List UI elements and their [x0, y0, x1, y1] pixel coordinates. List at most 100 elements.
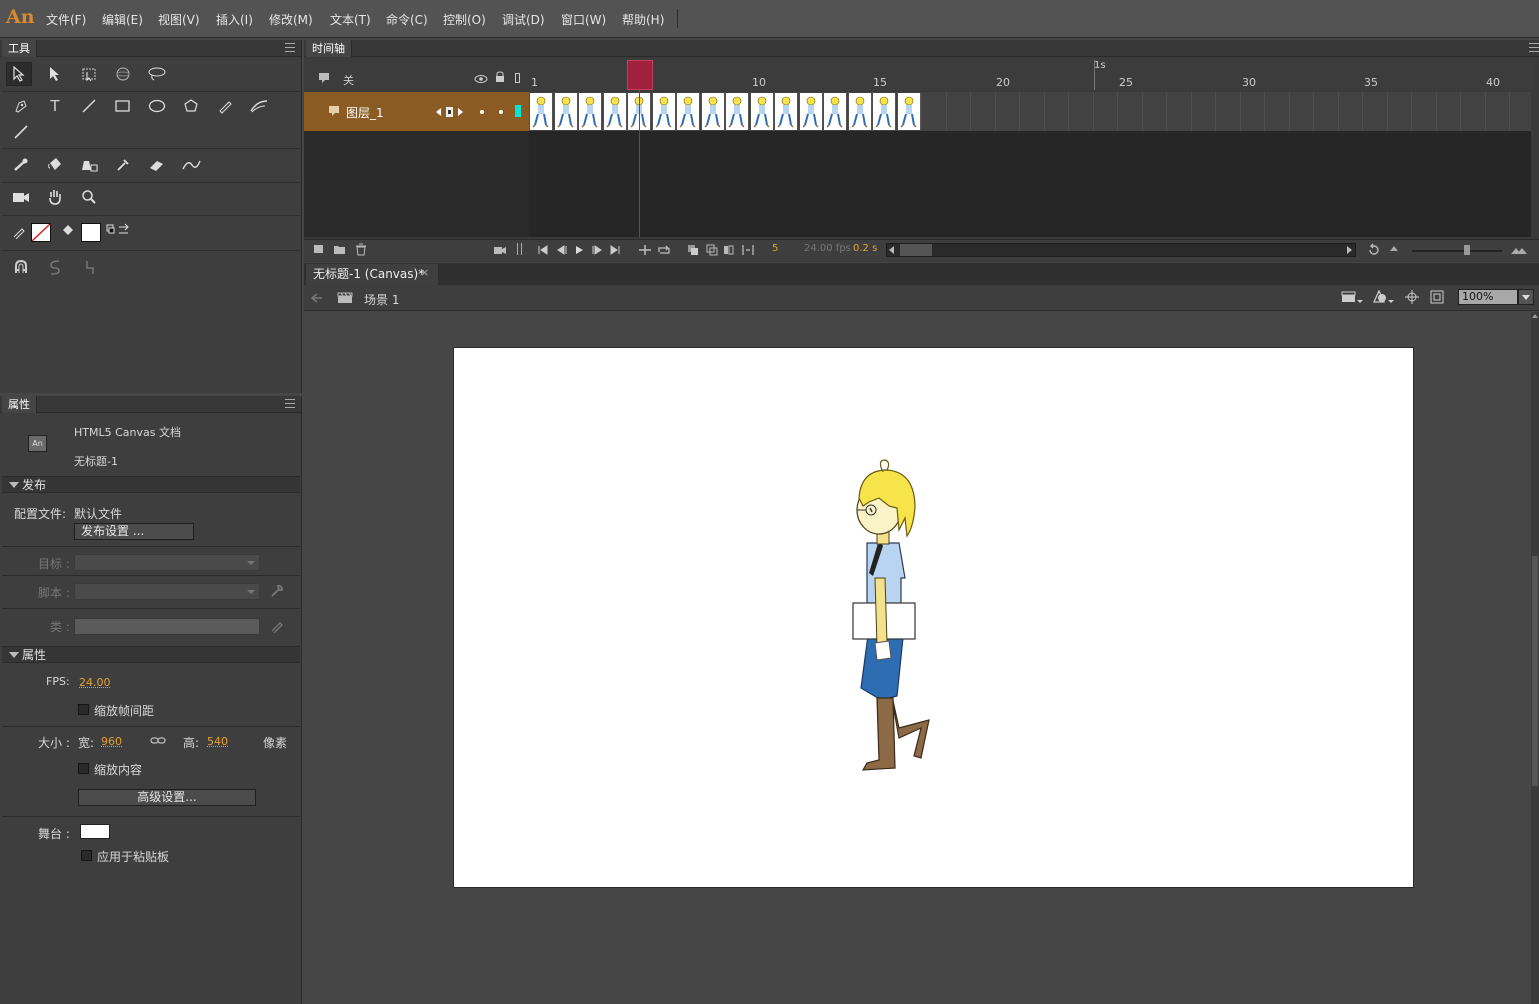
scale-spans-checkbox[interactable] [78, 704, 89, 715]
menu-window[interactable]: 窗口(W) [561, 11, 606, 28]
selection-tool-icon[interactable] [6, 62, 32, 86]
menu-modify[interactable]: 修改(M) [269, 11, 313, 28]
back-arrow-icon[interactable] [310, 292, 323, 307]
oval-tool-icon[interactable] [144, 94, 170, 118]
fill-color-icon[interactable] [54, 220, 80, 244]
advanced-settings-button[interactable]: 高级设置... [78, 789, 256, 806]
panel-menu-icon[interactable] [1529, 43, 1539, 52]
parent-view-icon[interactable] [517, 243, 522, 255]
line-tool-icon[interactable] [76, 94, 102, 118]
next-frame-icon[interactable] [591, 244, 603, 258]
edit-class-icon[interactable] [270, 619, 284, 636]
lock-icon[interactable] [495, 71, 505, 86]
menu-control[interactable]: 控制(O) [443, 11, 486, 28]
scroll-up-icon[interactable] [1532, 314, 1538, 318]
stroke-color-icon[interactable] [6, 220, 32, 244]
camera-toggle-icon[interactable] [493, 244, 507, 258]
onion-skin-icon[interactable] [687, 244, 699, 259]
layer-outline-color[interactable] [515, 105, 521, 117]
paint-bucket-tool-icon[interactable] [42, 153, 68, 177]
menu-insert[interactable]: 插入(I) [216, 11, 253, 28]
keyframe-thumbnail[interactable] [579, 93, 602, 130]
menu-view[interactable]: 视图(V) [158, 11, 200, 28]
keyframe-thumbnail[interactable] [555, 93, 578, 130]
layer-options-icon[interactable] [318, 72, 332, 87]
ink-bottle-tool-icon[interactable] [76, 153, 102, 177]
script-dropdown[interactable] [74, 583, 260, 600]
keyframe-thumbnail[interactable] [726, 93, 749, 130]
scene-label[interactable]: 场景 1 [364, 291, 399, 308]
fill-color-swatch[interactable] [81, 223, 101, 242]
panel-menu-icon[interactable] [285, 43, 295, 52]
last-frame-icon[interactable] [610, 244, 620, 258]
edit-scene-icon[interactable] [1341, 290, 1363, 307]
timeline-tab[interactable]: 时间轴 [306, 40, 352, 57]
layer-lock-dot[interactable] [499, 110, 503, 114]
panel-menu-icon[interactable] [285, 399, 295, 408]
straighten-icon[interactable] [76, 255, 102, 279]
paint-brush-tool-icon[interactable] [246, 94, 272, 118]
first-frame-icon[interactable] [538, 244, 548, 258]
menu-text[interactable]: 文本(T) [330, 11, 371, 28]
onion-outline-icon[interactable] [706, 244, 718, 259]
current-frame-value[interactable]: 5 [772, 243, 778, 254]
target-dropdown[interactable] [74, 554, 260, 571]
close-tab-icon[interactable]: × [420, 266, 429, 279]
pencil-tool-icon[interactable] [212, 94, 238, 118]
document-tab[interactable]: 无标题-1 (Canvas)* [306, 264, 438, 285]
link-icon[interactable] [150, 735, 166, 750]
reset-scale-icon[interactable] [1367, 243, 1381, 260]
keyframe-thumbnail[interactable] [751, 93, 774, 130]
center-stage-icon[interactable] [1405, 290, 1419, 307]
keyframe-thumbnail[interactable] [775, 93, 798, 130]
keyframe-thumbnail[interactable] [898, 93, 921, 130]
stage-color-swatch[interactable] [80, 824, 110, 839]
free-transform-tool-icon[interactable] [76, 62, 102, 86]
3d-rotation-tool-icon[interactable] [110, 62, 136, 86]
properties-tab[interactable]: 属性 [2, 396, 37, 413]
width-value[interactable]: 960 [101, 735, 122, 748]
center-frame-icon[interactable] [638, 244, 652, 259]
delete-icon[interactable] [355, 243, 367, 259]
show-hide-icon[interactable] [474, 73, 488, 87]
properties-section-header[interactable]: 属性 [2, 646, 300, 663]
outline-icon[interactable] [515, 73, 520, 83]
camera-tool-icon[interactable] [8, 185, 34, 209]
menu-commands[interactable]: 命令(C) [386, 11, 428, 28]
layer-edit-icon[interactable] [435, 105, 469, 122]
width-tool-icon[interactable] [178, 153, 204, 177]
document-vscroll-thumb[interactable] [1532, 556, 1538, 786]
keyframe-thumbnail[interactable] [849, 93, 872, 130]
prev-frame-icon[interactable] [556, 244, 568, 258]
menu-edit[interactable]: 编辑(E) [102, 11, 143, 28]
playhead-marker[interactable] [627, 60, 653, 90]
eraser-tool-icon[interactable] [144, 153, 170, 177]
fps-value[interactable]: 24.00 [79, 676, 111, 689]
subselection-tool-icon[interactable] [42, 62, 68, 86]
walking-character[interactable] [849, 458, 939, 778]
wrench-icon[interactable] [270, 584, 284, 601]
stage[interactable] [453, 347, 1414, 888]
clip-content-icon[interactable] [1430, 290, 1444, 307]
modify-markers-icon[interactable] [741, 244, 755, 259]
frame-scale-slider[interactable] [1412, 250, 1502, 252]
fps-status[interactable]: 24.00 fps [804, 243, 851, 254]
frame-scale-thumb[interactable] [1464, 245, 1470, 255]
play-icon[interactable] [574, 244, 584, 258]
new-layer-icon[interactable] [313, 243, 325, 258]
timeline-hscroll-thumb[interactable] [900, 244, 932, 256]
height-value[interactable]: 540 [207, 735, 228, 748]
menu-file[interactable]: 文件(F) [46, 11, 86, 28]
hand-tool-icon[interactable] [42, 185, 68, 209]
keyframe-thumbnail[interactable] [653, 93, 676, 130]
edit-symbols-icon[interactable] [1372, 289, 1396, 307]
layer-name[interactable]: 图层_1 [346, 104, 384, 121]
rectangle-tool-icon[interactable] [110, 94, 136, 118]
smooth-icon[interactable] [42, 255, 68, 279]
zoom-in-frames-icon[interactable] [1510, 244, 1528, 258]
publish-settings-button[interactable]: 发布设置 ... [74, 523, 194, 540]
keyframe-thumbnail[interactable] [824, 93, 847, 130]
new-folder-icon[interactable] [333, 243, 347, 258]
keyframe-thumbnail[interactable] [530, 93, 553, 130]
swap-colors-icon[interactable] [106, 218, 132, 242]
